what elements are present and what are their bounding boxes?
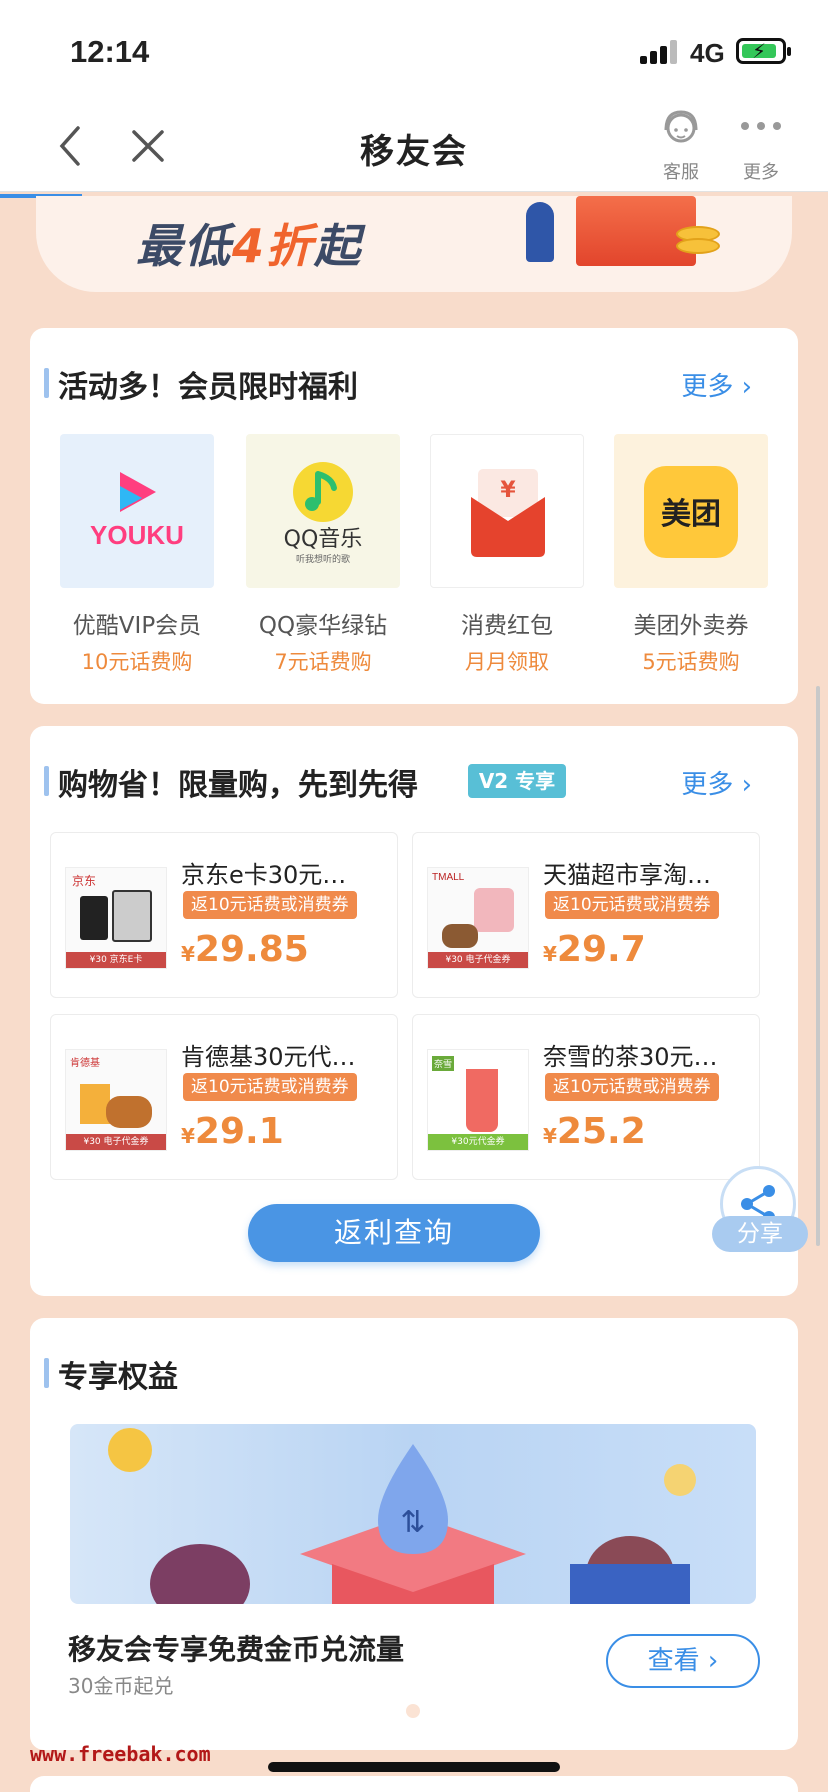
battery-icon: ⚡ — [736, 38, 791, 64]
status-time: 12:14 — [70, 34, 150, 69]
product-thumbnail: TMALL ¥30 电子代金券 — [427, 867, 529, 969]
youku-logo: YOUKU — [60, 434, 214, 588]
banner-person-illustration — [526, 202, 554, 262]
network-type: 4G — [690, 38, 725, 68]
product-thumbnail: 奈雪 ¥30元代金券 — [427, 1049, 529, 1151]
product-price: ¥29.7 — [543, 929, 646, 970]
benefits-more-link[interactable]: 更多 › — [681, 366, 752, 403]
status-bar: 12:14 4G ⚡ — [0, 0, 828, 100]
exclusive-banner-image[interactable]: ⇅ — [70, 1424, 756, 1604]
red-packet-logo: ¥ — [430, 434, 584, 588]
product-card[interactable]: 京东 ¥30 京东E卡 京东e卡30元… 返10元话费或消费券 ¥29.85 — [50, 832, 398, 998]
svg-text:⇅: ⇅ — [400, 1505, 425, 1540]
exclusive-item-subtitle: 30金币起兑 — [68, 1674, 174, 1698]
more-menu-button[interactable]: 更多 — [730, 108, 792, 184]
more-menu-label: 更多 — [743, 162, 779, 183]
product-name: 天猫超市享淘… — [543, 861, 711, 889]
svg-text:QQ音乐: QQ音乐 — [284, 527, 363, 552]
v2-exclusive-badge: V2 专享 — [468, 764, 566, 798]
product-name: 肯德基30元代… — [181, 1043, 356, 1071]
benefit-price: 月月领取 — [465, 650, 549, 674]
rebate-query-button[interactable]: 返利查询 — [248, 1204, 540, 1262]
benefit-name: 消费红包 — [461, 613, 553, 639]
benefit-price: 10元话费购 — [81, 650, 193, 674]
benefit-youku[interactable]: YOUKU 优酷VIP会员 10元话费购 — [60, 434, 214, 676]
promo-banner[interactable]: 最低4折起 — [36, 196, 792, 292]
product-name: 奈雪的茶30元… — [543, 1043, 718, 1071]
customer-service-button[interactable]: 客服 — [650, 108, 712, 184]
share-label: 分享 — [712, 1216, 808, 1252]
svg-text:YOUKU: YOUKU — [90, 520, 184, 550]
shopping-more-link[interactable]: 更多 › — [681, 764, 752, 801]
benefit-qq-music[interactable]: QQ音乐 听我想听的歌 QQ豪华绿钻 7元话费购 — [246, 434, 400, 676]
signal-icon — [640, 40, 680, 64]
exclusive-item-title: 移友会专享免费金币兑流量 — [68, 1633, 405, 1666]
product-price: ¥29.85 — [181, 929, 309, 970]
exclusive-card: 专享权益 ⇅ 移友会专享免费金币兑流量 30金币起兑 查看 › — [30, 1318, 798, 1750]
view-button[interactable]: 查看 › — [606, 1634, 760, 1688]
rebate-badge: 返10元话费或消费券 — [183, 1073, 357, 1101]
benefit-name: QQ豪华绿钻 — [258, 613, 388, 639]
home-indicator[interactable] — [268, 1762, 560, 1772]
rebate-badge: 返10元话费或消费券 — [545, 891, 719, 919]
product-thumbnail: 京东 ¥30 京东E卡 — [65, 867, 167, 969]
more-dots-icon — [741, 122, 781, 130]
meituan-logo: 美团 — [614, 434, 768, 588]
coin-icon — [676, 238, 720, 254]
section-title: 专享权益 — [44, 1352, 178, 1396]
svg-text:美团: 美团 — [661, 497, 721, 532]
benefit-red-packet[interactable]: ¥ 消费红包 月月领取 — [430, 434, 584, 676]
benefit-meituan[interactable]: 美团 美团外卖券 5元话费购 — [614, 434, 768, 676]
qq-music-logo: QQ音乐 听我想听的歌 — [246, 434, 400, 588]
benefit-name: 优酷VIP会员 — [72, 613, 202, 639]
product-card[interactable]: 奈雪 ¥30元代金券 奈雪的茶30元… 返10元话费或消费券 ¥25.2 — [412, 1014, 760, 1180]
customer-service-icon — [664, 110, 698, 143]
product-thumbnail: 肯德基 ¥30 电子代金券 — [65, 1049, 167, 1151]
benefit-price: 7元话费购 — [274, 650, 372, 674]
product-price: ¥25.2 — [543, 1111, 646, 1152]
nav-bar: 移友会 客服 更多 — [0, 100, 828, 192]
customer-service-label: 客服 — [663, 162, 699, 183]
product-card[interactable]: TMALL ¥30 电子代金券 天猫超市享淘… 返10元话费或消费券 ¥29.7 — [412, 832, 760, 998]
scrollbar[interactable] — [816, 686, 820, 1246]
svg-text:听我想听的歌: 听我想听的歌 — [296, 553, 350, 565]
share-button[interactable]: 分享 — [712, 1166, 808, 1252]
watermark-text: www.freebak.com — [30, 1742, 211, 1766]
benefit-name: 美团外卖券 — [633, 613, 749, 639]
rebate-badge: 返10元话费或消费券 — [545, 1073, 719, 1101]
banner-text: 最低4折起 — [136, 219, 363, 273]
section-title: 活动多！会员限时福利 — [44, 362, 358, 406]
benefit-price: 5元话费购 — [642, 650, 740, 674]
product-price: ¥29.1 — [181, 1111, 284, 1152]
carousel-dot — [406, 1704, 420, 1718]
svg-text:¥: ¥ — [500, 478, 516, 503]
product-name: 京东e卡30元… — [181, 861, 347, 889]
rebate-badge: 返10元话费或消费券 — [183, 891, 357, 919]
shopping-card: 购物省！限量购，先到先得 V2 专享 更多 › 京东 ¥30 京东E卡 京东e卡… — [30, 726, 798, 1296]
section-title: 购物省！限量购，先到先得 — [44, 760, 418, 804]
product-card[interactable]: 肯德基 ¥30 电子代金券 肯德基30元代… 返10元话费或消费券 ¥29.1 — [50, 1014, 398, 1180]
next-card-peek — [30, 1776, 798, 1792]
benefits-card: 活动多！会员限时福利 更多 › YOUKU 优酷VIP会员 10元话费购 QQ音… — [30, 328, 798, 704]
